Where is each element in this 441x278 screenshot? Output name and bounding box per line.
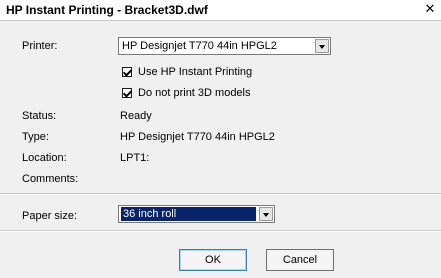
window-title: HP Instant Printing - Bracket3D.dwf — [6, 3, 208, 17]
use-instant-printing-label[interactable]: Use HP Instant Printing — [138, 66, 252, 78]
location-label: Location: — [22, 152, 67, 164]
chevron-down-icon[interactable] — [259, 207, 273, 221]
no-3d-models-label[interactable]: Do not print 3D models — [138, 87, 251, 99]
title-bar: HP Instant Printing - Bracket3D.dwf ✕ — [0, 0, 441, 21]
comments-label: Comments: — [22, 173, 79, 185]
ok-button[interactable]: OK — [179, 249, 247, 271]
location-value: LPT1: — [120, 152, 150, 164]
close-icon[interactable]: ✕ — [423, 2, 437, 16]
use-instant-printing-checkbox[interactable] — [122, 67, 132, 77]
status-value: Ready — [120, 110, 152, 122]
paper-size-label: Paper size: — [22, 210, 78, 222]
separator — [0, 193, 441, 195]
no-3d-models-checkbox[interactable] — [122, 88, 132, 98]
chevron-down-icon[interactable] — [315, 39, 329, 53]
printer-label: Printer: — [22, 40, 58, 52]
status-label: Status: — [22, 110, 57, 122]
printer-select[interactable]: HP Designjet T770 44in HPGL2 — [118, 37, 331, 55]
separator — [0, 230, 441, 232]
dialog-body: Printer: HP Designjet T770 44in HPGL2 Us… — [0, 21, 441, 278]
paper-size-select-value: 36 inch roll — [121, 207, 256, 221]
cancel-button[interactable]: Cancel — [266, 249, 334, 271]
printer-select-value: HP Designjet T770 44in HPGL2 — [122, 40, 277, 52]
type-label: Type: — [22, 131, 49, 143]
type-value: HP Designjet T770 44in HPGL2 — [120, 131, 275, 143]
paper-size-select[interactable]: 36 inch roll — [118, 205, 275, 223]
